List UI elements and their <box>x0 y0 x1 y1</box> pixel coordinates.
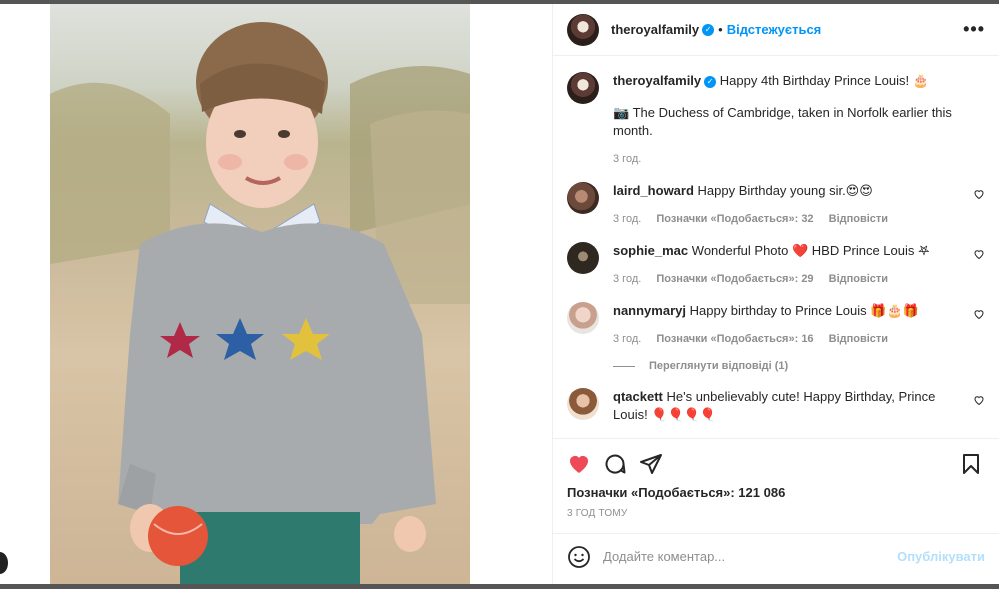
verified-icon: ✓ <box>702 23 715 36</box>
comment-username[interactable]: sophie_mac <box>613 243 688 258</box>
photo-area <box>0 4 552 585</box>
comment-text: Happy birthday to Prince Louis 🎁🎂🎁 <box>689 303 919 318</box>
comment-username[interactable]: qtackett <box>613 389 663 404</box>
nav-prev-button[interactable] <box>0 552 8 574</box>
list-item: qtackett He's unbelievably cute! Happy B… <box>567 388 985 424</box>
comment-username[interactable]: nannymaryj <box>613 303 686 318</box>
avatar[interactable] <box>567 302 599 334</box>
comments-list[interactable]: theroyalfamily ✓ Happy 4th Birthday Princ… <box>553 56 999 438</box>
post-button[interactable]: Опублікувати <box>897 549 985 564</box>
comment-text: Wonderful Photo ❤️ HBD Prince Louis 𖤐 <box>691 243 930 258</box>
reply-button[interactable]: Відповісти <box>829 333 888 345</box>
avatar[interactable] <box>567 13 599 46</box>
divider <box>613 365 635 367</box>
avatar[interactable] <box>567 72 599 104</box>
comment-time: 3 год. <box>613 333 642 345</box>
comment-icon[interactable] <box>603 452 639 476</box>
comment-time: 3 год. <box>613 213 642 225</box>
heart-icon[interactable] <box>973 308 985 323</box>
action-bar <box>567 439 985 489</box>
reply-button[interactable]: Відповісти <box>829 273 888 285</box>
share-icon[interactable] <box>639 452 675 476</box>
post-modal: theroyalfamily ✓ • Відстежується ••• the… <box>0 4 999 585</box>
avatar[interactable] <box>567 182 599 214</box>
post-side-panel: theroyalfamily ✓ • Відстежується ••• the… <box>552 4 999 585</box>
heart-icon[interactable] <box>567 452 603 476</box>
view-replies-button[interactable]: Переглянути відповіді (1) <box>613 360 985 372</box>
comment-box: Опублікувати <box>553 533 999 579</box>
post-header: theroyalfamily ✓ • Відстежується ••• <box>553 4 999 56</box>
comment-likes[interactable]: Позначки «Подобається»: 16 <box>656 333 813 345</box>
comment-username[interactable]: laird_howard <box>613 183 694 198</box>
comment-likes[interactable]: Позначки «Подобається»: 32 <box>656 213 813 225</box>
view-replies-label[interactable]: Переглянути відповіді (1) <box>649 360 788 372</box>
photo-illustration <box>50 22 470 585</box>
avatar[interactable] <box>567 242 599 274</box>
actions-section: Позначки «Подобається»: 121 086 3 ГОД ТО… <box>553 438 999 585</box>
header-username[interactable]: theroyalfamily <box>611 22 699 37</box>
caption-time: 3 год. <box>613 153 642 165</box>
separator-dot: • <box>718 22 723 37</box>
post-photo[interactable] <box>50 4 470 585</box>
comment-text: Happy Birthday young sir.😍😍 <box>697 183 873 198</box>
comment-input[interactable] <box>603 549 898 564</box>
avatar[interactable] <box>567 388 599 420</box>
heart-icon[interactable] <box>973 248 985 263</box>
emoji-icon[interactable] <box>567 545 591 569</box>
caption: theroyalfamily ✓ Happy 4th Birthday Princ… <box>567 72 985 168</box>
caption-credit: 📷 The Duchess of Cambridge, taken in Nor… <box>613 105 952 138</box>
caption-username[interactable]: theroyalfamily <box>613 73 701 88</box>
more-icon[interactable]: ••• <box>963 19 985 40</box>
heart-icon[interactable] <box>973 188 985 203</box>
post-time: 3 ГОД ТОМУ <box>567 508 628 519</box>
caption-text: Happy 4th Birthday Prince Louis! 🎂 <box>719 73 929 88</box>
verified-icon: ✓ <box>704 75 717 88</box>
backdrop-bottom <box>0 584 999 589</box>
list-item: nannymaryj Happy birthday to Prince Loui… <box>567 302 985 348</box>
following-button[interactable]: Відстежується <box>727 22 822 37</box>
comment-likes[interactable]: Позначки «Подобається»: 29 <box>656 273 813 285</box>
list-item: sophie_mac Wonderful Photo ❤️ HBD Prince… <box>567 242 985 288</box>
bookmark-icon[interactable] <box>961 452 985 476</box>
heart-icon[interactable] <box>973 394 985 409</box>
reply-button[interactable]: Відповісти <box>829 213 888 225</box>
comment-time: 3 год. <box>613 273 642 285</box>
list-item: laird_howard Happy Birthday young sir.😍😍… <box>567 182 985 228</box>
likes-count[interactable]: Позначки «Подобається»: 121 086 <box>567 485 985 500</box>
